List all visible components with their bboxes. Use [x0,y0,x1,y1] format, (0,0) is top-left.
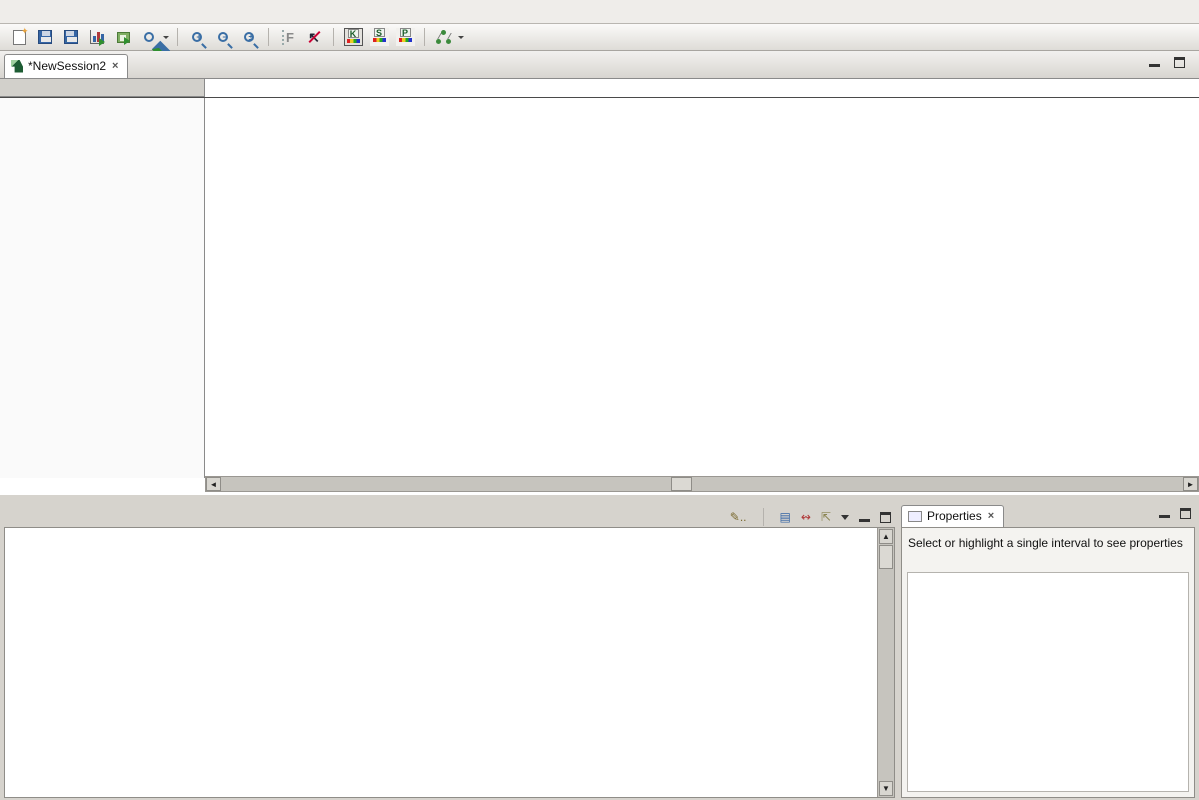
profile-application-icon[interactable] [85,26,109,48]
zoom-out-icon[interactable]: − [211,26,235,48]
timeline-tree [0,98,205,478]
session-tab-label: *NewSession2 [28,59,106,73]
properties-content: Select or highlight a single interval to… [901,527,1195,798]
tab-new-session2[interactable]: *NewSession2 × [4,54,128,78]
save-icon[interactable] [33,26,57,48]
properties-empty-box [907,572,1189,792]
bottom-panels: ✎.. ▤ ↭ ⇱ ▲ ▼ Properties × [0,495,1199,800]
properties-tab-label: Properties [927,509,982,523]
menu-bar [0,0,1199,24]
scroll-up-icon[interactable]: ▲ [879,529,893,544]
properties-message: Select or highlight a single interval to… [902,528,1194,558]
kernel-view-icon[interactable]: K [341,26,365,48]
marker-f-icon[interactable]: F [276,26,300,48]
timeline-horizontal-scrollbar[interactable]: ◄ ► [205,476,1199,492]
export-table-icon[interactable]: ⇱ [821,510,831,524]
details-panel: ✎.. ▤ ↭ ⇱ ▲ ▼ [2,503,897,800]
toolbar-separator [177,28,178,46]
zoom-in-icon[interactable]: + [185,26,209,48]
nvvp-window: { "menu": { "items": ["File", "View", "W… [0,0,1199,800]
export-icon[interactable] [111,26,135,48]
toolbar-separator [333,28,334,46]
zoom-source-dropdown-icon[interactable] [163,36,169,42]
layout-icon[interactable]: ▤ [780,510,791,524]
maximize-panel-icon[interactable] [880,512,891,523]
toolbar-separator [763,508,764,526]
process-view-icon[interactable]: P [393,26,417,48]
timeline-ruler [205,79,1199,97]
analysis-icon[interactable] [432,26,456,48]
minimize-panel-icon[interactable] [1159,509,1170,518]
stream-view-icon[interactable]: S [367,26,391,48]
timeline-view: ◄ ► [0,78,1199,495]
scrollbar-thumb[interactable] [879,545,893,569]
session-icon [11,60,23,73]
maximize-icon[interactable] [1174,57,1185,68]
table-vertical-scrollbar[interactable]: ▲ ▼ [877,528,894,797]
close-icon[interactable]: × [111,60,119,72]
filter-pencil-icon[interactable]: ✎.. [730,510,747,524]
ruler-corner [0,79,205,97]
view-menu-icon[interactable] [841,515,849,524]
save-all-icon[interactable] [59,26,83,48]
maximize-panel-icon[interactable] [1180,508,1191,519]
toolbar-separator [268,28,269,46]
main-toolbar: + − ± F ↖ K S P [0,24,1199,51]
editor-tab-bar: *NewSession2 × [0,51,1199,78]
properties-panel: Properties × Select or highlight a singl… [901,503,1197,800]
minimize-icon[interactable] [1149,58,1160,67]
close-icon[interactable]: × [987,510,995,522]
scroll-right-icon[interactable]: ► [1183,477,1198,491]
marker-arrow-icon[interactable]: ↖ [302,26,326,48]
scroll-down-icon[interactable]: ▼ [879,781,893,796]
scrollbar-thumb[interactable] [671,477,692,491]
new-session-icon[interactable] [7,26,31,48]
scroll-left-icon[interactable]: ◄ [206,477,221,491]
toolbar-separator [424,28,425,46]
analysis-dropdown-icon[interactable] [458,36,464,42]
tab-properties[interactable]: Properties × [901,505,1004,527]
gpu-details-table: ▲ ▼ [4,527,895,798]
zoom-fit-icon[interactable]: ± [237,26,261,48]
zoom-source-icon[interactable] [137,26,161,48]
minimize-panel-icon[interactable] [859,513,870,522]
timeline-canvas[interactable] [205,98,1199,478]
segments-icon[interactable]: ↭ [801,510,811,524]
properties-table-icon [908,511,922,522]
